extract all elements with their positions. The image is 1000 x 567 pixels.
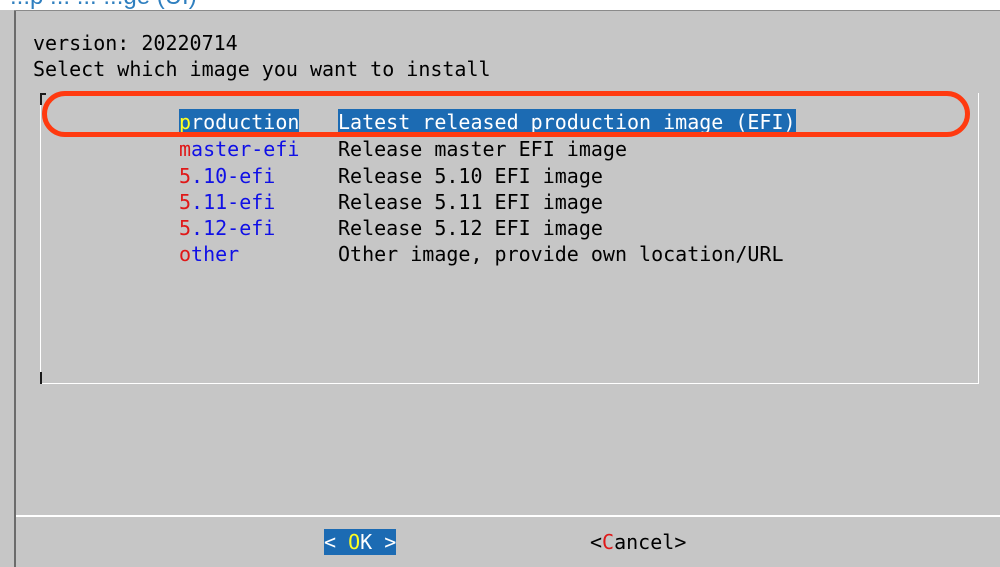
menu-item-tag-rest: ther — [191, 242, 240, 266]
list-frame-corner-side — [40, 93, 42, 105]
menu-item-description: Latest released production image (EFI) — [338, 109, 796, 135]
menu-item-tag: production — [179, 109, 300, 135]
ok-button[interactable]: < OK > — [324, 529, 397, 555]
menu-item-description: Release 5.10 EFI image — [338, 164, 603, 188]
list-frame-left — [40, 105, 41, 377]
cancel-button-right-bracket: > — [674, 530, 687, 554]
menu-item-5-11-efi[interactable]: 5.11-efi Release 5.11 EFI image — [179, 189, 603, 215]
ok-button-hotkey: O — [348, 530, 361, 554]
menu-item-tag-rest: .11-efi — [191, 190, 276, 214]
menu-item-tag-rest: roduction — [191, 110, 300, 134]
menu-item-tag: 5.11-efi — [179, 189, 275, 215]
menu-item-tag: 5.10-efi — [179, 163, 275, 189]
list-frame-corner-bottom — [40, 372, 42, 384]
hotkey-letter: m — [179, 137, 192, 161]
version-label: version: 20220714 — [33, 31, 238, 55]
ok-button-label-rest: K — [360, 530, 373, 554]
cancel-button-label-rest: ancel — [614, 530, 675, 554]
menu-item-tag-rest: aster-efi — [191, 137, 300, 161]
ok-button-right-bracket: > — [372, 530, 397, 554]
hotkey-letter: o — [179, 242, 192, 266]
button-row-separator — [16, 515, 1000, 517]
hotkey-letter: 5 — [179, 190, 192, 214]
menu-item-tag: master-efi — [179, 136, 299, 162]
menu-item-other[interactable]: other Other image, provide own location/… — [179, 241, 784, 267]
dialog-border-left — [14, 10, 16, 567]
menu-item-description: Other image, provide own location/URL — [338, 242, 784, 266]
dialog-prompt: Select which image you want to install — [33, 57, 491, 81]
menu-item-5-12-efi[interactable]: 5.12-efi Release 5.12 EFI image — [179, 215, 603, 241]
dialog-border-top — [14, 10, 1000, 11]
hotkey-letter: 5 — [179, 216, 192, 240]
menu-item-tag: other — [179, 241, 239, 267]
hotkey-letter: 5 — [179, 164, 192, 188]
menu-item-tag-rest: .10-efi — [191, 164, 276, 188]
menu-item-description: Release 5.12 EFI image — [338, 216, 603, 240]
page-header-title: ...p ... ... ...ge (UI) — [10, 0, 197, 10]
menu-item-tag-rest: .12-efi — [191, 216, 276, 240]
page-header-strip: ...p ... ... ...ge (UI) — [0, 0, 1000, 10]
menu-item-production[interactable]: production Latest released production im… — [179, 109, 796, 135]
hotkey-letter: p — [179, 110, 192, 134]
menu-item-master-efi[interactable]: master-efi Release master EFI image — [179, 136, 627, 162]
menu-item-description: Release 5.11 EFI image — [338, 190, 603, 214]
ok-button-left-bracket: < — [324, 530, 349, 554]
menu-item-5-10-efi[interactable]: 5.10-efi Release 5.10 EFI image — [179, 163, 603, 189]
cancel-button[interactable]: <Cancel> — [590, 529, 686, 555]
cancel-button-left-bracket: < — [590, 530, 603, 554]
menu-item-description: Release master EFI image — [338, 137, 627, 161]
menu-item-tag: 5.12-efi — [179, 215, 275, 241]
cancel-button-hotkey: C — [602, 530, 615, 554]
